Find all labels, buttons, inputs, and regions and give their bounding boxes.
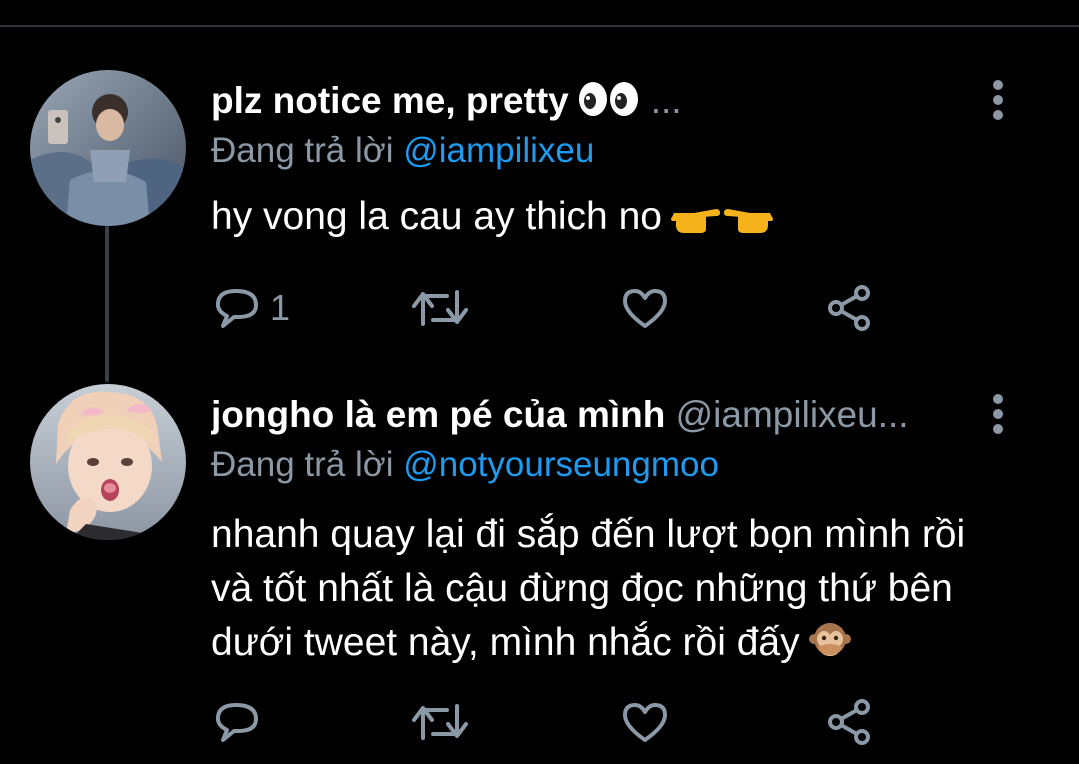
- retweet-icon: [411, 286, 469, 330]
- retweet-button[interactable]: [411, 278, 469, 338]
- more-vertical-icon[interactable]: [988, 392, 1008, 436]
- speak-no-evil-monkey-emoji-icon: [808, 621, 852, 676]
- heart-icon: [621, 286, 669, 330]
- more-vertical-icon[interactable]: [988, 78, 1008, 122]
- tweet-header: jongho là em pé của mình @iampilixeu...: [211, 390, 981, 440]
- avatar[interactable]: [30, 70, 186, 226]
- tweet-header: plz notice me, pretty ...: [211, 76, 981, 126]
- share-button[interactable]: [826, 692, 874, 752]
- reply-mention-link[interactable]: @notyourseungmoo: [403, 445, 719, 484]
- replying-to-label: Đang trả lời: [211, 445, 394, 484]
- retweet-button[interactable]: [411, 692, 469, 752]
- display-name[interactable]: jongho là em pé của mình: [211, 394, 665, 435]
- handle-truncated: ...: [650, 80, 682, 121]
- share-icon: [826, 698, 874, 746]
- heart-icon: [621, 700, 669, 744]
- reply-button[interactable]: 1: [214, 278, 290, 338]
- reply-icon: [214, 700, 260, 744]
- top-divider: [0, 25, 1079, 27]
- tweet-text: hy vong la cau ay thich no: [211, 190, 1011, 250]
- display-name[interactable]: plz notice me, pretty: [211, 80, 569, 121]
- replying-to: Đang trả lời @notyourseungmoo: [211, 440, 719, 490]
- share-button[interactable]: [826, 278, 874, 338]
- pointing-hands-emoji-icon: [670, 196, 774, 250]
- like-button[interactable]: [621, 278, 669, 338]
- tweet-actions: [0, 692, 1079, 752]
- share-icon: [826, 284, 874, 332]
- tweet-1[interactable]: plz notice me, pretty ... Đang trả lời @…: [0, 68, 1079, 358]
- reply-mention-link[interactable]: @iampilixeu: [403, 131, 594, 170]
- tweet-2[interactable]: jongho là em pé của mình @iampilixeu... …: [0, 382, 1079, 762]
- reply-icon: [214, 286, 260, 330]
- tweet-text: nhanh quay lại đi sắp đến lượt bọn mình …: [211, 508, 1011, 676]
- avatar[interactable]: [30, 384, 186, 540]
- handle[interactable]: @iampilixeu...: [676, 394, 909, 435]
- reply-button[interactable]: [214, 692, 270, 752]
- eyes-emoji-icon: [577, 80, 641, 126]
- tweet-body: hy vong la cau ay thich no: [211, 195, 662, 238]
- replying-to-label: Đang trả lời: [211, 131, 394, 170]
- like-button[interactable]: [621, 692, 669, 752]
- reply-count: 1: [270, 287, 291, 328]
- tweet-actions: 1: [0, 278, 1079, 338]
- tweet-body: nhanh quay lại đi sắp đến lượt bọn mình …: [211, 513, 966, 664]
- replying-to: Đang trả lời @iampilixeu: [211, 126, 594, 176]
- retweet-icon: [411, 700, 469, 744]
